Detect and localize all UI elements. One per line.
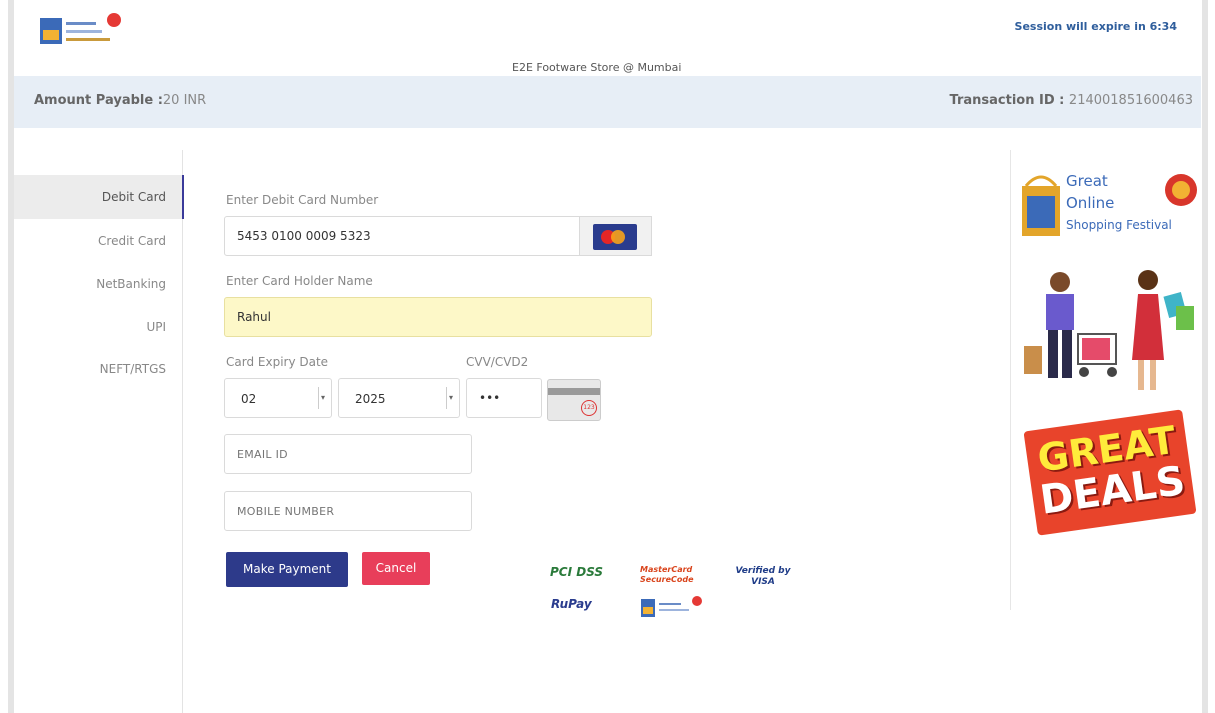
sidebar-item-upi[interactable]: UPI: [146, 320, 166, 334]
cvv-hint-icon: 123: [547, 379, 601, 421]
pci-dss-badge: PCI DSS: [550, 565, 604, 579]
mobile-field[interactable]: [224, 491, 472, 531]
card-number-input[interactable]: [224, 216, 580, 256]
expiry-month-select[interactable]: 02 ▾: [224, 378, 332, 418]
card-holder-label: Enter Card Holder Name: [226, 274, 373, 288]
card-number-label: Enter Debit Card Number: [226, 193, 379, 207]
cvv-label: CVV/CVD2: [466, 355, 529, 369]
sidebar-item-netbanking[interactable]: NetBanking: [96, 277, 166, 291]
transaction-value: 214001851600463: [1068, 93, 1193, 108]
great-deals-banner: GREAT DEALS: [1023, 409, 1197, 536]
expiry-year-select[interactable]: 2025 ▾: [338, 378, 460, 418]
amount-label: Amount Payable :: [34, 93, 163, 108]
promo-line-3: Shopping Festival: [1066, 218, 1172, 232]
mastercard-securecode-badge: MasterCard SecureCode: [640, 565, 694, 584]
shoppers-illustration: [1024, 270, 1194, 390]
transaction-id: Transaction ID : 214001851600463: [950, 93, 1193, 108]
transaction-label: Transaction ID :: [949, 93, 1065, 108]
shopping-bag-icon: [1022, 175, 1060, 236]
cvv-input[interactable]: [466, 378, 542, 418]
cancel-button[interactable]: Cancel: [362, 552, 430, 585]
make-payment-button[interactable]: Make Payment: [226, 552, 348, 587]
expiry-label: Card Expiry Date: [226, 355, 329, 369]
promo-title: Great Online Shopping Festival: [1066, 170, 1172, 236]
verified-by-visa-badge: Verified by VISA: [735, 566, 791, 587]
store-name: E2E Footware Store @ Mumbai: [512, 61, 682, 74]
promo-line-1: Great: [1066, 172, 1108, 190]
chevron-down-icon: ▾: [446, 387, 455, 409]
mastercard-icon: [593, 224, 637, 250]
rupay-badge: RuPay: [551, 597, 592, 611]
expiry-month-value: 02: [241, 392, 257, 406]
session-timer: Session will expire in 6:34: [1014, 20, 1177, 33]
email-field[interactable]: [224, 434, 472, 474]
payment-method-sidebar: Debit Card Credit Card NetBanking UPI NE…: [14, 150, 184, 713]
gosf-logo: [40, 13, 121, 44]
chevron-down-icon: ▾: [318, 387, 327, 409]
anniversary-badge-icon: [1165, 174, 1197, 206]
promo-line-2: Online: [1066, 194, 1115, 212]
amount-payable: Amount Payable :20 INR: [34, 93, 206, 108]
expiry-year-value: 2025: [355, 392, 386, 406]
amount-value: 20 INR: [162, 93, 207, 108]
gosf-small-logo: [641, 596, 702, 617]
sidebar-item-credit-card[interactable]: Credit Card: [98, 234, 166, 248]
sidebar-item-debit-card[interactable]: Debit Card: [14, 175, 184, 219]
sidebar-item-neft-rtgs[interactable]: NEFT/RTGS: [100, 362, 166, 376]
sidebar-item-label: Debit Card: [101, 190, 166, 204]
card-holder-input[interactable]: [224, 297, 652, 337]
